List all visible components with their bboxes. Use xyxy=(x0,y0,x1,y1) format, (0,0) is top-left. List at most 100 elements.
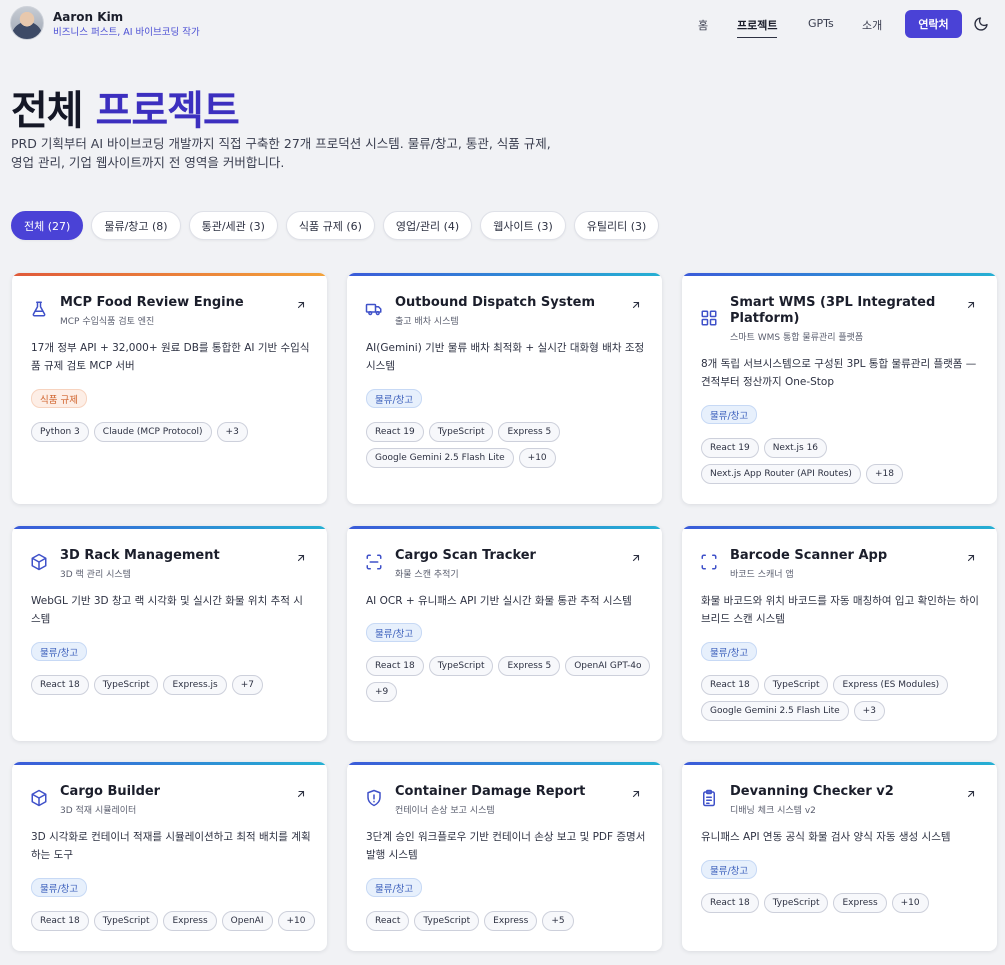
card-accent-bar xyxy=(347,526,662,529)
arrow-up-right-icon[interactable] xyxy=(965,299,977,311)
tech-tag: React 18 xyxy=(31,911,89,931)
tech-tag: Express 5 xyxy=(498,422,561,442)
project-card-smart-wms[interactable]: Smart WMS (3PL Integrated Platform) 스마트 … xyxy=(682,273,997,504)
nav-gpts[interactable]: GPTs xyxy=(808,17,834,30)
tech-tag: React 18 xyxy=(31,675,89,695)
tech-list: React 19 Next.js 16 Next.js App Router (… xyxy=(701,438,986,484)
card-title: Smart WMS (3PL Integrated Platform) xyxy=(730,295,936,326)
tech-tag: Express xyxy=(833,893,887,913)
moon-icon[interactable] xyxy=(973,16,989,32)
profile-name[interactable]: Aaron Kim xyxy=(53,10,123,24)
card-subtitle: 디배닝 체크 시스템 v2 xyxy=(730,806,816,816)
tech-tag: Python 3 xyxy=(31,422,89,442)
tech-tag: Google Gemini 2.5 Flash Lite xyxy=(701,701,849,721)
project-card-cargo-scan[interactable]: Cargo Scan Tracker 화물 스캔 추적기 AI OCR + 유니… xyxy=(347,526,662,741)
avatar[interactable] xyxy=(10,6,44,40)
tech-tag-more: +9 xyxy=(366,682,398,702)
tech-tag-more: +3 xyxy=(853,701,885,721)
category-badge: 물류/창고 xyxy=(701,405,758,424)
arrow-up-right-icon[interactable] xyxy=(295,299,307,311)
card-accent-bar xyxy=(347,762,662,765)
card-subtitle: 3D 적재 시뮬레이터 xyxy=(60,806,137,816)
profile-subtitle: 비즈니스 퍼스트, AI 바이브코딩 작가 xyxy=(53,27,200,38)
tech-tag: TypeScript xyxy=(93,675,159,695)
page-title-main: 전체 xyxy=(11,88,84,134)
tech-tag: Google Gemini 2.5 Flash Lite xyxy=(366,448,514,468)
tech-tag: OpenAI GPT-4o xyxy=(565,656,651,676)
tech-tag: Express xyxy=(163,911,217,931)
barcode-scan-icon xyxy=(701,554,717,570)
project-card-outbound-dispatch[interactable]: Outbound Dispatch System 출고 배차 시스템 AI(Ge… xyxy=(347,273,662,504)
nav-about[interactable]: 소개 xyxy=(862,17,882,33)
category-badge: 물류/창고 xyxy=(701,642,758,661)
card-title: 3D Rack Management xyxy=(60,548,220,563)
tech-tag-more: +10 xyxy=(277,911,315,931)
category-badge: 물류/창고 xyxy=(31,642,88,661)
arrow-up-right-icon[interactable] xyxy=(965,788,977,800)
category-badge: 물류/창고 xyxy=(366,623,423,642)
card-description: AI(Gemini) 기반 물류 배차 최적화 + 실시간 대화형 배차 조정 … xyxy=(366,342,645,372)
tech-tag: OpenAI xyxy=(221,911,273,931)
cube-icon xyxy=(31,553,47,571)
tech-tag-more: +10 xyxy=(518,448,556,468)
arrow-up-right-icon[interactable] xyxy=(630,552,642,564)
card-description: 8개 독립 서브시스템으로 구성된 3PL 통합 물류관리 플랫폼 — 견적부터… xyxy=(701,358,977,388)
card-description: 3단계 승인 워크플로우 기반 컨테이너 손상 보고 및 PDF 증명서 발행 … xyxy=(366,831,646,861)
card-accent-bar xyxy=(682,526,997,529)
site-header: Aaron Kim 비즈니스 퍼스트, AI 바이브코딩 작가 홈 프로젝트 G… xyxy=(0,0,1005,48)
filter-food-regulation[interactable]: 식품 규제 (6) xyxy=(285,211,375,240)
card-subtitle: 3D 랙 관리 시스템 xyxy=(60,570,131,580)
page-title-accent: 프로젝트 xyxy=(95,88,240,134)
category-badge: 물류/창고 xyxy=(366,878,423,897)
page-title: 전체 프로젝트 xyxy=(11,78,240,136)
tech-tag: Claude (MCP Protocol) xyxy=(93,422,212,442)
card-title: Devanning Checker v2 xyxy=(730,784,894,799)
tech-tag: TypeScript xyxy=(414,911,480,931)
tech-tag: React 18 xyxy=(366,656,424,676)
card-description: 3D 시각화로 컨테이너 적재를 시뮬레이션하고 최적 배치를 계획하는 도구 xyxy=(31,831,311,861)
nav-projects[interactable]: 프로젝트 xyxy=(737,17,778,38)
nav-home[interactable]: 홈 xyxy=(698,17,708,33)
truck-icon xyxy=(365,303,382,316)
contact-button[interactable]: 연락처 xyxy=(905,10,962,38)
tech-tag: Next.js App Router (API Routes) xyxy=(701,464,861,484)
tech-tag-more: +18 xyxy=(865,464,903,484)
filter-utility[interactable]: 유틸리티 (3) xyxy=(573,211,660,240)
card-subtitle: 스마트 WMS 통합 물류관리 플랫폼 xyxy=(730,333,864,343)
card-description: 유니패스 API 연동 공식 화물 검사 양식 자동 생성 시스템 xyxy=(701,831,951,843)
tech-tag: React 18 xyxy=(701,675,759,695)
arrow-up-right-icon[interactable] xyxy=(295,552,307,564)
project-card-container-damage[interactable]: Container Damage Report 컨테이너 손상 보고 시스템 3… xyxy=(347,762,662,951)
tech-tag: Express xyxy=(484,911,538,931)
filter-all[interactable]: 전체 (27) xyxy=(11,211,84,240)
arrow-up-right-icon[interactable] xyxy=(630,788,642,800)
card-subtitle: 출고 배차 시스템 xyxy=(395,317,459,327)
filter-customs[interactable]: 통관/세관 (3) xyxy=(188,211,278,240)
tech-tag-more: +5 xyxy=(542,911,574,931)
tech-tag: Next.js 16 xyxy=(763,438,828,458)
tech-tag: React xyxy=(366,911,410,931)
arrow-up-right-icon[interactable] xyxy=(630,299,642,311)
scan-icon xyxy=(366,554,382,570)
project-card-3d-rack[interactable]: 3D Rack Management 3D 랙 관리 시스템 WebGL 기반 … xyxy=(12,526,327,741)
shield-alert-icon xyxy=(367,789,381,807)
flask-icon xyxy=(32,301,46,317)
filter-sales[interactable]: 영업/관리 (4) xyxy=(382,211,473,240)
card-title: Cargo Builder xyxy=(60,784,161,799)
grid-icon xyxy=(701,310,717,326)
project-card-cargo-builder[interactable]: Cargo Builder 3D 적재 시뮬레이터 3D 시각화로 컨테이너 적… xyxy=(12,762,327,951)
card-accent-bar xyxy=(682,273,997,276)
arrow-up-right-icon[interactable] xyxy=(295,788,307,800)
card-accent-bar xyxy=(682,762,997,765)
project-card-devanning-checker[interactable]: Devanning Checker v2 디배닝 체크 시스템 v2 유니패스 … xyxy=(682,762,997,951)
card-title: Container Damage Report xyxy=(395,784,586,799)
project-card-barcode-scanner[interactable]: Barcode Scanner App 바코드 스캐너 앱 화물 바코드와 위치… xyxy=(682,526,997,741)
filter-website[interactable]: 웹사이트 (3) xyxy=(480,211,566,240)
filter-logistics[interactable]: 물류/창고 (8) xyxy=(91,211,181,240)
arrow-up-right-icon[interactable] xyxy=(965,552,977,564)
category-badge: 식품 규제 xyxy=(31,389,87,408)
category-badge: 물류/창고 xyxy=(701,860,758,879)
tech-tag: React 19 xyxy=(366,422,424,442)
page-description: PRD 기획부터 AI 바이브코딩 개발까지 직접 구축한 27개 프로덕션 시… xyxy=(11,136,551,170)
project-card-mcp-food[interactable]: MCP Food Review Engine MCP 수입식품 검토 엔진 17… xyxy=(12,273,327,504)
